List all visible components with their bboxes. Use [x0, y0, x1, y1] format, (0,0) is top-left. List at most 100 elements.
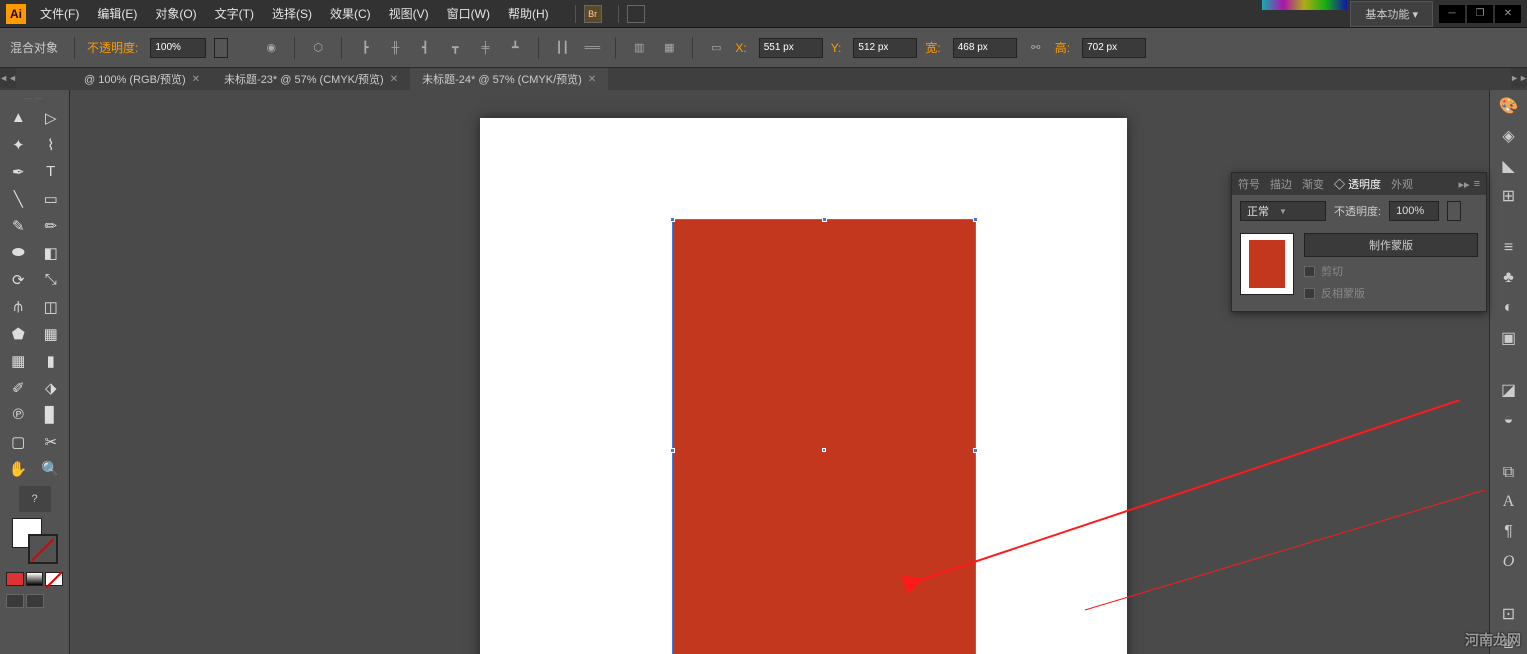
tab-scroll-left[interactable]: ◄◄ [0, 68, 16, 88]
shape-builder-tool[interactable]: ⬟ [2, 320, 35, 347]
paragraph-panel-icon[interactable]: ¶ [1498, 522, 1520, 542]
swatches-panel-icon[interactable]: ◈ [1498, 126, 1520, 146]
gradient-tool[interactable]: ▮ [35, 347, 68, 374]
menu-type[interactable]: 文字(T) [215, 5, 254, 22]
stroke-panel-icon[interactable]: ≡ [1498, 239, 1520, 259]
minimize-button[interactable]: ─ [1439, 5, 1465, 23]
eraser-tool[interactable]: ◧ [35, 239, 68, 266]
color-panel-icon[interactable]: 🎨 [1498, 96, 1520, 116]
tab-close-icon[interactable]: ✕ [390, 74, 398, 85]
doc-tab-3[interactable]: 未标题-24* @ 57% (CMYK/预览)✕ [410, 68, 608, 90]
line-tool[interactable]: ╲ [2, 185, 35, 212]
dist-h-icon[interactable]: ┃┃ [551, 37, 573, 59]
panel-opacity-dropdown[interactable] [1447, 201, 1461, 221]
panel-tab-transparency[interactable]: ◇ 透明度 [1334, 176, 1381, 192]
style-icon[interactable]: ◉ [260, 37, 282, 59]
align-top-icon[interactable]: ┳ [444, 37, 466, 59]
tab-scroll-right[interactable]: ►► [1511, 68, 1527, 88]
panel-tab-gradient[interactable]: 渐变 [1302, 176, 1324, 192]
panel-opacity-input[interactable]: 100% [1389, 201, 1439, 221]
hand-tool[interactable]: ✋ [2, 455, 35, 482]
direct-selection-tool[interactable]: ▷ [35, 104, 68, 131]
menu-view[interactable]: 视图(V) [389, 5, 429, 22]
type-tool[interactable]: T [35, 158, 68, 185]
x-input[interactable] [759, 38, 823, 58]
resize-handle[interactable] [822, 217, 827, 222]
gradient-panel-icon[interactable]: ♣ [1498, 268, 1520, 288]
align-right-icon[interactable]: ┫ [414, 37, 436, 59]
perspective-tool[interactable]: ▦ [35, 320, 68, 347]
opentype-panel-icon[interactable]: O [1498, 552, 1520, 572]
panel-grip[interactable]: ⋯⋯ [2, 94, 67, 104]
align-bottom-icon[interactable]: ┻ [504, 37, 526, 59]
opacity-input[interactable] [150, 38, 206, 58]
align-vcenter-icon[interactable]: ╪ [474, 37, 496, 59]
tab-close-icon[interactable]: ✕ [192, 74, 200, 85]
selected-rectangle[interactable] [673, 220, 975, 654]
clip-checkbox[interactable]: 剪切 [1304, 263, 1478, 279]
w-input[interactable] [953, 38, 1017, 58]
maximize-button[interactable]: ❐ [1467, 5, 1493, 23]
doc-tab-2[interactable]: 未标题-23* @ 57% (CMYK/预览)✕ [212, 68, 410, 90]
lasso-tool[interactable]: ⌇ [35, 131, 68, 158]
transparency-panel-icon[interactable]: ◐ [1498, 298, 1520, 318]
edit-icon[interactable]: ▦ [658, 37, 680, 59]
menu-file[interactable]: 文件(F) [40, 5, 79, 22]
resize-handle[interactable] [973, 448, 978, 453]
stroke-swatch[interactable] [28, 534, 58, 564]
appearance-panel-icon[interactable]: ▣ [1498, 328, 1520, 348]
transparency-thumbnail[interactable] [1240, 233, 1294, 295]
workspace-switcher[interactable]: 基本功能 ▾ [1350, 1, 1433, 27]
tool-help[interactable]: ? [19, 486, 51, 512]
bridge-icon[interactable]: Br [584, 5, 602, 23]
scale-tool[interactable]: ⤡ [35, 266, 68, 293]
blob-brush-tool[interactable]: ⬬ [2, 239, 35, 266]
rectangle-tool[interactable]: ▭ [35, 185, 68, 212]
brushes-panel-icon[interactable]: ◣ [1498, 156, 1520, 176]
resize-handle[interactable] [670, 217, 675, 222]
layers-panel-icon[interactable]: ◒ [1498, 410, 1520, 430]
paintbrush-tool[interactable]: ✎ [2, 212, 35, 239]
align-hcenter-icon[interactable]: ╫ [384, 37, 406, 59]
invert-mask-checkbox[interactable]: 反相蒙版 [1304, 285, 1478, 301]
isolate-icon[interactable]: ▥ [628, 37, 650, 59]
close-button[interactable]: ✕ [1495, 5, 1521, 23]
panel-menu-icon[interactable]: ≡ [1474, 178, 1480, 191]
color-mode-solid[interactable] [6, 572, 24, 586]
color-mode-none[interactable] [45, 572, 63, 586]
menu-edit[interactable]: 编辑(E) [97, 5, 137, 22]
opacity-dropdown[interactable] [214, 38, 228, 58]
free-transform-tool[interactable]: ◫ [35, 293, 68, 320]
tab-close-icon[interactable]: ✕ [588, 74, 596, 85]
graph-tool[interactable]: ▊ [35, 401, 68, 428]
fill-stroke-swatch[interactable] [12, 518, 58, 564]
symbol-sprayer-tool[interactable]: ℗ [2, 401, 35, 428]
recolor-icon[interactable]: ⬡ [307, 37, 329, 59]
screen-mode-normal[interactable] [6, 594, 24, 608]
h-input[interactable] [1082, 38, 1146, 58]
panel-tab-appearance[interactable]: 外观 [1391, 176, 1413, 192]
graphic-styles-icon[interactable]: ◪ [1498, 380, 1520, 400]
rotate-tool[interactable]: ⟳ [2, 266, 35, 293]
pencil-tool[interactable]: ✏ [35, 212, 68, 239]
menu-effect[interactable]: 效果(C) [330, 5, 371, 22]
screen-mode-full[interactable] [26, 594, 44, 608]
transform-icon[interactable]: ▭ [705, 37, 727, 59]
menu-help[interactable]: 帮助(H) [508, 5, 549, 22]
width-tool[interactable]: ⫛ [2, 293, 35, 320]
menu-window[interactable]: 窗口(W) [447, 5, 490, 22]
zoom-tool[interactable]: 🔍 [35, 455, 68, 482]
link-wh-icon[interactable]: ⚯ [1025, 37, 1047, 59]
mesh-tool[interactable]: ▦ [2, 347, 35, 374]
selection-tool[interactable]: ▲ [2, 104, 35, 131]
panel-collapse-icon[interactable]: ▸▸ [1459, 178, 1470, 191]
panel-tab-symbols[interactable]: 符号 [1238, 176, 1260, 192]
dist-v-icon[interactable]: ══ [581, 37, 603, 59]
eyedropper-tool[interactable]: ✐ [2, 374, 35, 401]
pen-tool[interactable]: ✒ [2, 158, 35, 185]
make-mask-button[interactable]: 制作蒙版 [1304, 233, 1478, 257]
artboard-tool[interactable]: ▢ [2, 428, 35, 455]
doc-tab-1[interactable]: @ 100% (RGB/预览)✕ [72, 68, 212, 90]
align-left-icon[interactable]: ┣ [354, 37, 376, 59]
slice-tool[interactable]: ✂ [35, 428, 68, 455]
